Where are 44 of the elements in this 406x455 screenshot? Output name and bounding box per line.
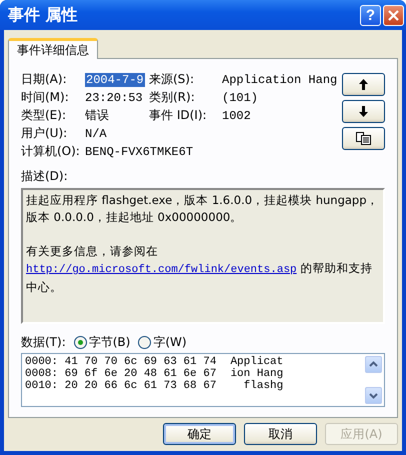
field-value: N/A [85,127,107,141]
scroll-down-button[interactable] [365,387,382,404]
ascii-text: flashg [242,380,284,392]
cancel-button[interactable]: 取消 [244,423,317,445]
field-label: 来源(S): [149,71,196,88]
field-label: 用户(U): [21,125,68,142]
description-text: 有关更多信息，请参阅在 http://go.microsoft.com/fwlink/events.asp 的帮助和支持中心。 [26,243,374,296]
radio-option[interactable]: 字(W) [138,334,187,351]
field-label: 类型(E): [21,107,67,124]
field-value: 错误 [85,108,109,122]
field-value: 1002 [222,109,251,123]
ascii-text: ion Hang [230,368,284,380]
hex-line: 0008: 69 6f 6e 20 48 61 6e 67 [25,368,216,380]
previous-button[interactable] [342,73,385,96]
field-value: BENQ-FVX6TMKE6T [85,145,194,159]
field-label: 事件 ID(I): [149,107,208,124]
help-link[interactable]: http://go.microsoft.com/fwlink/events.asp [26,264,297,276]
ascii-text: Applicat [230,356,284,368]
ok-button[interactable]: 确定 [163,423,236,445]
help-button[interactable]: ? [360,4,381,26]
close-button[interactable] [383,4,404,26]
scroll-up-button[interactable] [365,356,382,373]
hex-line: 0010: 20 20 66 6c 61 73 68 67 [25,380,216,392]
field-label: 日期(A): [21,71,68,88]
copy-icon [356,132,371,145]
close-icon [388,10,399,20]
field-label: 计算机(O): [21,143,81,160]
window-title: 事件 属性 [7,4,79,26]
field-value: 2004-7-9 [85,73,145,87]
field-value: Application Hang [222,73,338,87]
data-label: 数据(T): [21,334,66,351]
copy-button[interactable] [342,127,385,150]
down-arrow-icon [359,106,368,117]
up-arrow-icon [359,79,368,90]
hex-line: 0000: 41 70 70 6c 69 63 61 74 [25,356,216,368]
tab[interactable]: 事件详细信息 [8,38,98,59]
field-label: 时间(M): [21,89,70,106]
next-button[interactable] [342,100,385,123]
description-text: 挂起应用程序 flashget.exe，版本 1.6.0.0，挂起模块 hungapp，版本 0.0.0.0，挂起地址 0x00000000。 [26,192,380,226]
description-label: 描述(D): [21,168,69,185]
field-label: 类别(R): [149,89,196,106]
field-value: 23:20:53 [85,91,143,105]
field-value: (101) [222,91,258,105]
radio-option[interactable]: 字节(B) [74,334,130,351]
